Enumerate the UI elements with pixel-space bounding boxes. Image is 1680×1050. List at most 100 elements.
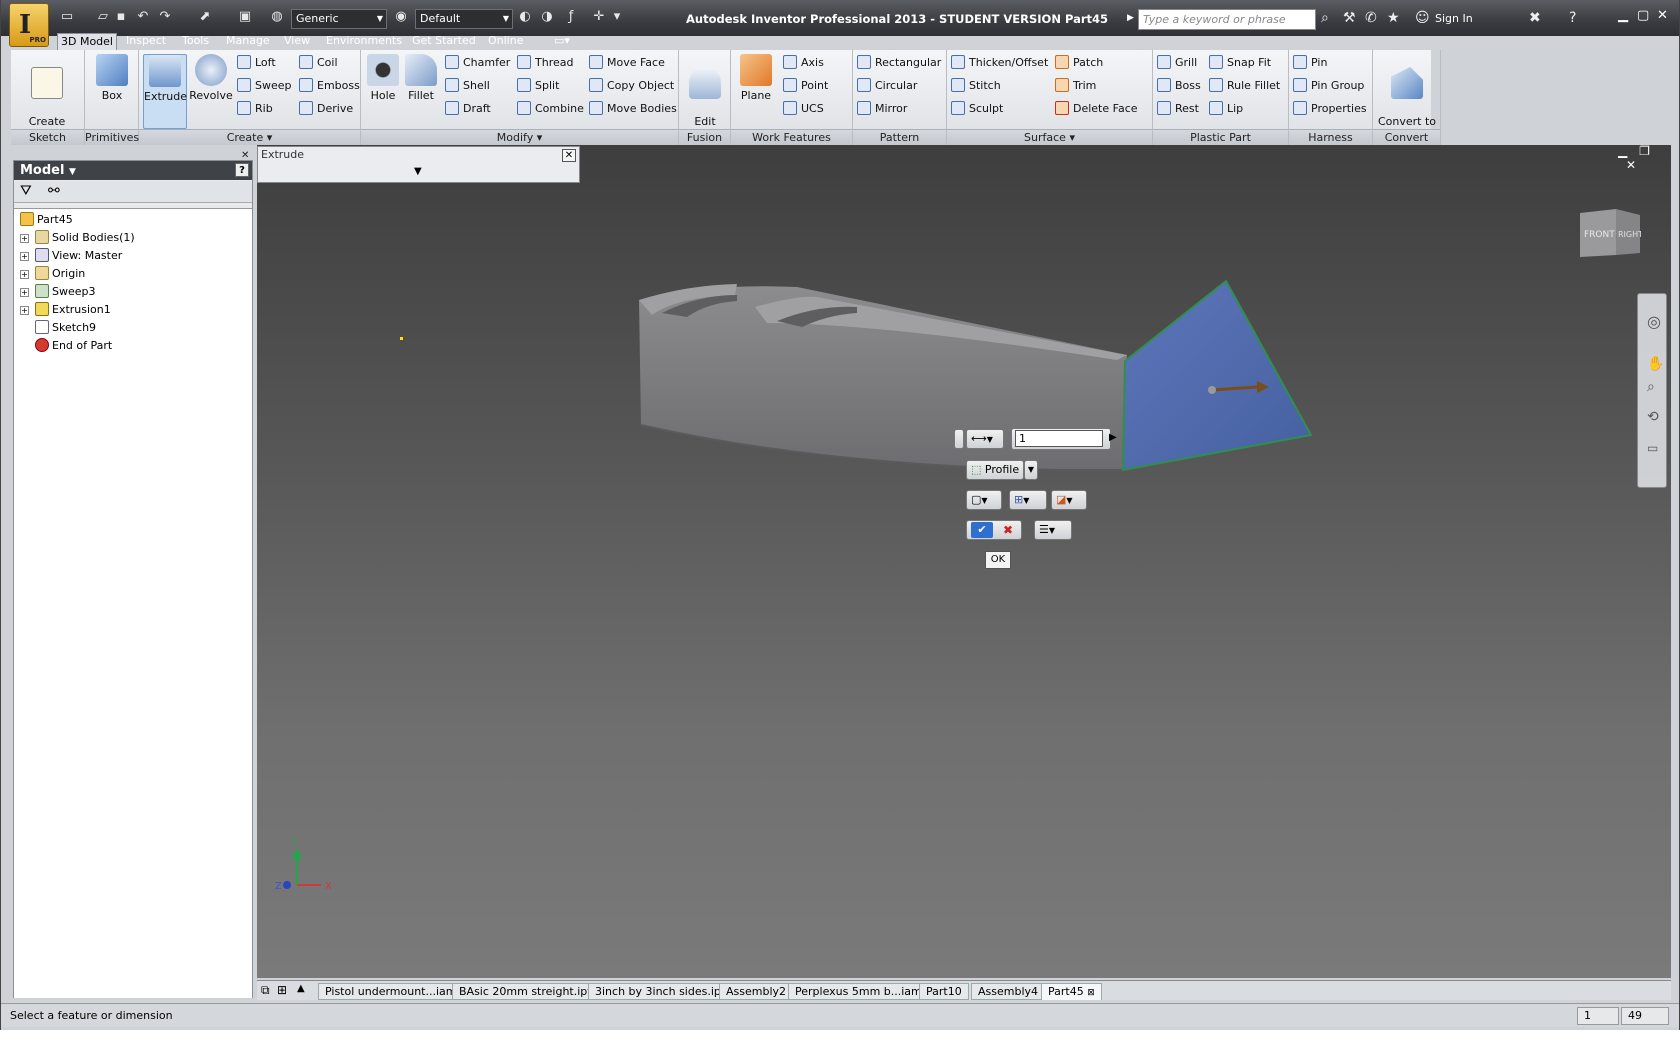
properties-button[interactable]: Properties bbox=[1293, 100, 1367, 118]
document-tab[interactable]: Part10 bbox=[919, 983, 969, 1000]
tree-node-sketch9[interactable]: Sketch9 bbox=[35, 319, 96, 336]
look-at-icon[interactable]: ▭ bbox=[1647, 441, 1658, 455]
expand-icon[interactable]: + bbox=[20, 252, 29, 261]
adjust-appearance-icon[interactable]: ◐ bbox=[517, 9, 533, 25]
expand-icon[interactable]: + bbox=[20, 288, 29, 297]
loft-button[interactable]: Loft bbox=[237, 54, 276, 72]
document-tab[interactable]: Assembly4 bbox=[971, 983, 1046, 1000]
tile-windows-icon[interactable]: ⊞ bbox=[277, 983, 287, 997]
trim-button[interactable]: Trim bbox=[1055, 77, 1096, 95]
viewcube-right[interactable]: RIGHT bbox=[1618, 230, 1641, 239]
rectangular-pattern-button[interactable]: Rectangular bbox=[857, 54, 941, 72]
combine-button[interactable]: Combine bbox=[517, 100, 584, 118]
browser-close-icon[interactable]: ✕ bbox=[241, 150, 249, 161]
appearance-icon[interactable]: ◉ bbox=[393, 9, 409, 25]
output-type-dropdown[interactable]: ▢▼ bbox=[966, 490, 1002, 510]
communication-center-icon[interactable]: ✆ bbox=[1365, 10, 1377, 26]
ok-checkmark-icon[interactable]: ✔ bbox=[971, 522, 993, 538]
help-icon[interactable]: ? bbox=[235, 163, 249, 177]
viewport-minimize-icon[interactable]: ▁ bbox=[1618, 144, 1627, 158]
undo-icon[interactable]: ↶ bbox=[135, 9, 151, 25]
ribbon-options-icon[interactable]: ▭▾ bbox=[551, 33, 573, 50]
keyword-search-input[interactable]: Type a keyword or phrase bbox=[1138, 9, 1316, 30]
tab-view[interactable]: View bbox=[281, 33, 313, 50]
expand-icon[interactable]: + bbox=[20, 270, 29, 279]
rib-button[interactable]: Rib bbox=[237, 100, 273, 118]
document-tab[interactable]: Assembly2 bbox=[719, 983, 794, 1000]
close-icon[interactable]: ✕ bbox=[562, 149, 576, 162]
thread-button[interactable]: Thread bbox=[517, 54, 573, 72]
orbit-icon[interactable]: ⟲ bbox=[1647, 409, 1659, 425]
subscription-icon[interactable]: ⚒ bbox=[1343, 10, 1356, 26]
minimize-icon[interactable]: ▁ bbox=[1618, 8, 1628, 23]
panel-label-surface[interactable]: Surface ▾ bbox=[947, 129, 1152, 145]
document-tab[interactable]: Pistol undermount...iam bbox=[318, 983, 464, 1000]
close-icon[interactable]: ✕ bbox=[1657, 8, 1668, 23]
operation-dropdown[interactable]: ⊞▼ bbox=[1009, 490, 1047, 510]
viewport-close-icon[interactable]: ✕ bbox=[1626, 158, 1636, 172]
derive-button[interactable]: Derive bbox=[299, 100, 353, 118]
coil-button[interactable]: Coil bbox=[299, 54, 338, 72]
document-tab-active[interactable]: Part45 ⊠ bbox=[1041, 983, 1102, 1000]
snap-fit-button[interactable]: Snap Fit bbox=[1209, 54, 1271, 72]
move-face-button[interactable]: Move Face bbox=[589, 54, 665, 72]
mirror-button[interactable]: Mirror bbox=[857, 100, 907, 118]
expand-panel-icon[interactable]: ▼ bbox=[414, 166, 422, 177]
expand-icon[interactable]: + bbox=[20, 306, 29, 315]
mini-toolbar-grip[interactable] bbox=[954, 429, 964, 449]
sweep-button[interactable]: Sweep bbox=[237, 77, 292, 95]
pin-group-button[interactable]: Pin Group bbox=[1293, 77, 1364, 95]
cancel-x-icon[interactable]: ✖ bbox=[999, 522, 1017, 538]
create-2d-sketch-button[interactable]: Create 2D Sketch bbox=[13, 54, 81, 141]
material-icon[interactable]: ◍ bbox=[269, 9, 285, 25]
tab-inspect[interactable]: Inspect bbox=[123, 33, 169, 50]
hole-button[interactable]: Hole bbox=[365, 54, 401, 102]
panel-label-modify[interactable]: Modify ▾ bbox=[361, 129, 678, 145]
expand-arrow-icon[interactable]: ▶ bbox=[1127, 13, 1134, 23]
redo-icon[interactable]: ↷ bbox=[157, 9, 173, 25]
tab-3d-model[interactable]: 3D Model bbox=[57, 33, 117, 50]
document-tab[interactable]: BAsic 20mm streight.ipt bbox=[452, 983, 599, 1000]
open-documents-menu-icon[interactable]: ▲ bbox=[297, 983, 305, 994]
save-icon[interactable]: ▪ bbox=[113, 9, 129, 25]
rule-fillet-button[interactable]: Rule Fillet bbox=[1209, 77, 1280, 95]
sign-in-link[interactable]: Sign In bbox=[1435, 12, 1473, 25]
edit-form-button[interactable]: Edit Form bbox=[683, 54, 727, 141]
filter-icon[interactable]: ⛛ bbox=[20, 183, 32, 199]
viewcube-front[interactable]: FRONT bbox=[1584, 230, 1615, 240]
pan-hand-icon[interactable]: ✋ bbox=[1647, 356, 1664, 372]
pin-button[interactable]: Pin bbox=[1293, 54, 1327, 72]
circular-pattern-button[interactable]: Circular bbox=[857, 77, 917, 95]
tree-node-part45[interactable]: Part45 bbox=[20, 211, 73, 228]
select-mode-icon[interactable]: ▣ bbox=[237, 9, 253, 25]
emboss-button[interactable]: Emboss bbox=[299, 77, 360, 95]
new-file-icon[interactable]: ▭ bbox=[59, 9, 75, 25]
point-button[interactable]: Point bbox=[783, 77, 828, 95]
customize-dropdown-icon[interactable]: ▾ bbox=[609, 9, 625, 25]
patch-button[interactable]: Patch bbox=[1055, 54, 1103, 72]
copy-object-button[interactable]: Copy Object bbox=[589, 77, 674, 95]
profile-dropdown[interactable]: ▼ bbox=[1024, 460, 1038, 480]
appearance-select[interactable]: Default ▼ bbox=[415, 9, 513, 29]
steering-wheel-icon[interactable]: ◎ bbox=[1647, 312, 1661, 331]
lip-button[interactable]: Lip bbox=[1209, 100, 1243, 118]
tab-environments[interactable]: Environments bbox=[323, 33, 405, 50]
favorites-star-icon[interactable]: ★ bbox=[1387, 10, 1400, 26]
extrude-button[interactable]: Extrude bbox=[143, 54, 187, 129]
sculpt-button[interactable]: Sculpt bbox=[951, 100, 1003, 118]
clear-appearance-icon[interactable]: ◑ bbox=[539, 9, 555, 25]
function-icon[interactable]: ƒ bbox=[563, 9, 579, 25]
model-browser-header[interactable]: Model ▼ ? bbox=[14, 161, 252, 180]
thicken-offset-button[interactable]: Thicken/Offset bbox=[951, 54, 1048, 72]
split-button[interactable]: Split bbox=[517, 77, 559, 95]
zoom-icon[interactable]: ⌕ bbox=[1647, 379, 1655, 395]
find-binoculars-icon[interactable]: ⚯ bbox=[48, 183, 60, 199]
tree-node-sweep3[interactable]: + Sweep3 bbox=[20, 283, 96, 300]
exchange-x-icon[interactable]: ✖ bbox=[1529, 10, 1541, 26]
return-icon[interactable]: ⬈ bbox=[197, 9, 213, 25]
tab-online[interactable]: Online bbox=[485, 33, 526, 50]
close-icon[interactable]: ⊠ bbox=[1087, 988, 1095, 998]
direction-dropdown[interactable]: ◪▼ bbox=[1051, 490, 1087, 510]
open-file-icon[interactable]: ▱ bbox=[95, 9, 111, 25]
fillet-button[interactable]: Fillet bbox=[403, 54, 439, 102]
